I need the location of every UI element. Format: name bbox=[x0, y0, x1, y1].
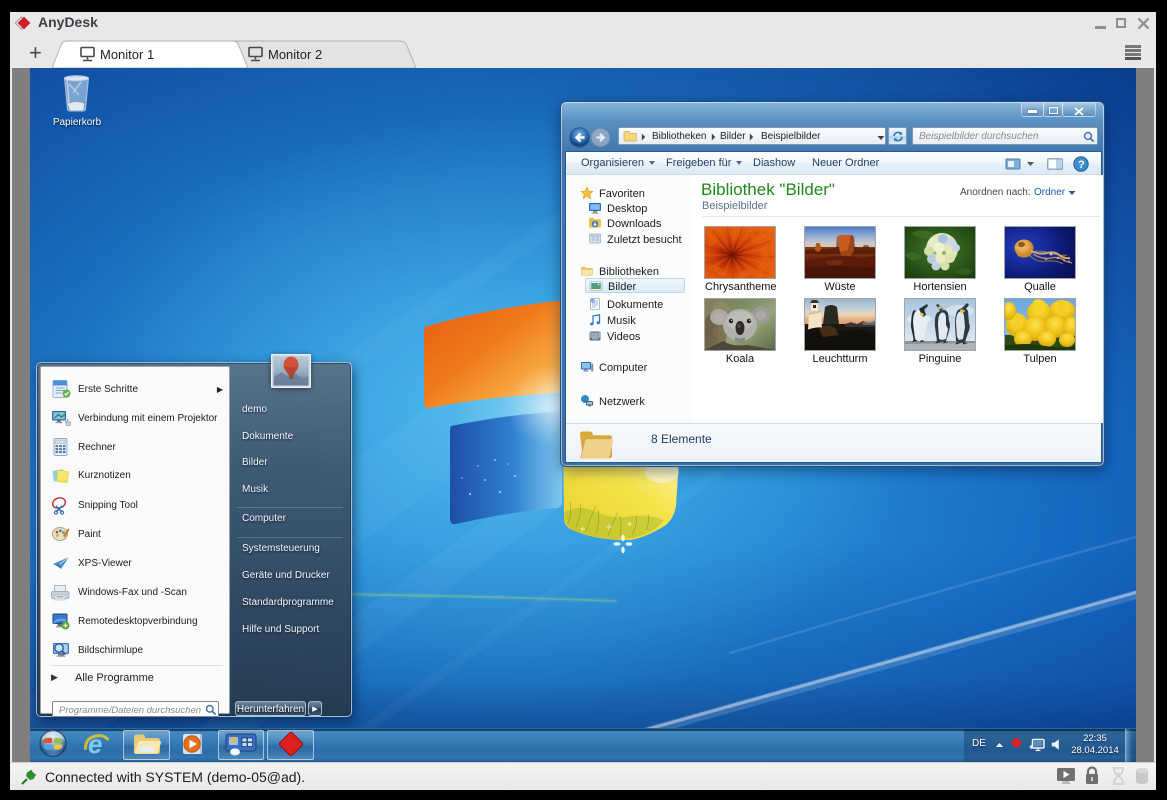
svg-text:?: ? bbox=[1078, 159, 1085, 171]
svg-text:Monitor 1: Monitor 1 bbox=[100, 47, 154, 62]
svg-text:Monitor 2: Monitor 2 bbox=[268, 47, 322, 62]
